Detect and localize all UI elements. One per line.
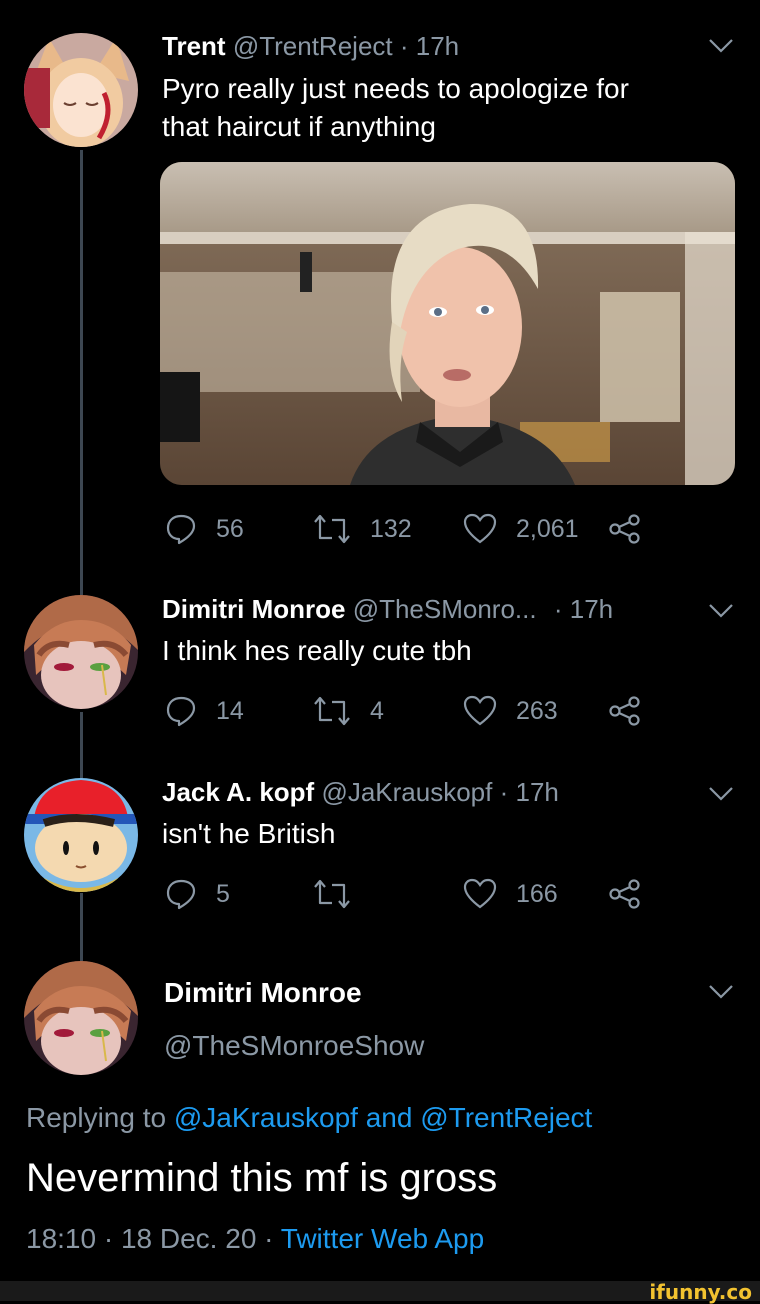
- avatar[interactable]: [24, 33, 138, 147]
- separator: ·: [553, 594, 563, 624]
- like-button[interactable]: 166: [462, 877, 558, 911]
- author-name[interactable]: Jack A. kopf: [162, 777, 314, 807]
- separator: ·: [399, 31, 409, 61]
- reply-count: 5: [216, 879, 230, 908]
- share-button[interactable]: [608, 512, 642, 546]
- retweet-count: 132: [370, 514, 412, 543]
- retweet-button[interactable]: 4: [312, 694, 384, 728]
- tweet-text: isn't he British: [162, 818, 336, 849]
- retweet-icon: [314, 879, 350, 909]
- tweet-time[interactable]: 18:10: [26, 1223, 96, 1254]
- tweet-header: Dimitri Monroe @TheSMonro... · 17h: [162, 594, 613, 625]
- tweet-text: I think hes really cute tbh: [162, 635, 472, 666]
- main-tweet-text: Nevermind this mf is gross: [26, 1156, 498, 1200]
- replying-prefix: Replying to: [26, 1102, 167, 1133]
- avatar[interactable]: [24, 778, 138, 892]
- reply-count: 56: [216, 514, 244, 543]
- author-handle[interactable]: @TheSMonro...: [353, 594, 537, 624]
- separator: ·: [264, 1223, 274, 1254]
- reply-icon: [166, 879, 196, 910]
- tweet-image[interactable]: [160, 162, 735, 485]
- thread-line: [80, 893, 83, 961]
- retweet-count: 4: [370, 696, 384, 725]
- tweet-metadata: 18:10 · 18 Dec. 20 · Twitter Web App: [26, 1223, 484, 1255]
- chevron-down-icon[interactable]: [708, 984, 734, 1000]
- author-handle[interactable]: @TheSMonroeShow: [164, 1030, 424, 1062]
- like-button[interactable]: 263: [462, 694, 558, 728]
- retweet-icon: [314, 514, 350, 544]
- reply-icon: [166, 696, 196, 727]
- like-button[interactable]: 2,061: [462, 512, 579, 546]
- author-handle[interactable]: @JaKrauskopf: [321, 777, 492, 807]
- like-icon: [463, 513, 497, 544]
- watermark-bar: ifunny.co: [0, 1280, 760, 1304]
- share-icon: [609, 514, 640, 544]
- share-button[interactable]: [608, 877, 642, 911]
- retweet-button[interactable]: [312, 877, 370, 911]
- mention-link[interactable]: @JaKrauskopf: [174, 1102, 358, 1133]
- tweet-text-line: that haircut if anything: [162, 111, 436, 142]
- mention-link[interactable]: @TrentReject: [420, 1102, 592, 1133]
- like-count: 2,061: [516, 514, 579, 543]
- reply-button[interactable]: 5: [164, 877, 230, 911]
- avatar[interactable]: [24, 961, 138, 1075]
- author-name[interactable]: Trent: [162, 31, 226, 61]
- chevron-down-icon[interactable]: [708, 786, 734, 802]
- like-count: 166: [516, 879, 558, 908]
- like-icon: [463, 878, 497, 909]
- chevron-down-icon[interactable]: [708, 603, 734, 619]
- separator: ·: [499, 777, 509, 807]
- avatar[interactable]: [24, 595, 138, 709]
- tweet-text: Pyro really just needs to apologize for …: [162, 70, 629, 146]
- retweet-icon: [314, 696, 350, 726]
- share-icon: [609, 696, 640, 726]
- like-icon: [463, 695, 497, 726]
- tweet-text-line: Pyro really just needs to apologize for: [162, 73, 629, 104]
- replying-to: Replying to @JaKrauskopf and @TrentRejec…: [26, 1102, 592, 1134]
- retweet-button[interactable]: 132: [312, 512, 412, 546]
- author-name[interactable]: Dimitri Monroe: [162, 594, 345, 624]
- chevron-down-icon[interactable]: [708, 38, 734, 54]
- tweet-source[interactable]: Twitter Web App: [281, 1223, 484, 1254]
- like-count: 263: [516, 696, 558, 725]
- watermark-logo: ifunny.co: [649, 1280, 752, 1304]
- timestamp[interactable]: 17h: [416, 31, 459, 61]
- tweet-date[interactable]: 18 Dec. 20: [121, 1223, 256, 1254]
- tweet-header: Trent @TrentReject · 17h: [162, 31, 459, 62]
- timestamp[interactable]: 17h: [570, 594, 613, 624]
- replying-and: and: [365, 1102, 413, 1133]
- thread-line: [80, 712, 83, 780]
- thread-line: [80, 150, 83, 595]
- reply-button[interactable]: 56: [164, 512, 244, 546]
- reply-button[interactable]: 14: [164, 694, 244, 728]
- share-button[interactable]: [608, 694, 642, 728]
- photo-of-person: [160, 162, 735, 485]
- tweet-header: Jack A. kopf @JaKrauskopf · 17h: [162, 777, 559, 808]
- share-icon: [609, 879, 640, 909]
- reply-count: 14: [216, 696, 244, 725]
- reply-icon: [166, 514, 196, 545]
- author-handle[interactable]: @TrentReject: [233, 31, 393, 61]
- separator: ·: [103, 1223, 114, 1254]
- author-name[interactable]: Dimitri Monroe: [164, 977, 362, 1009]
- timestamp[interactable]: 17h: [516, 777, 559, 807]
